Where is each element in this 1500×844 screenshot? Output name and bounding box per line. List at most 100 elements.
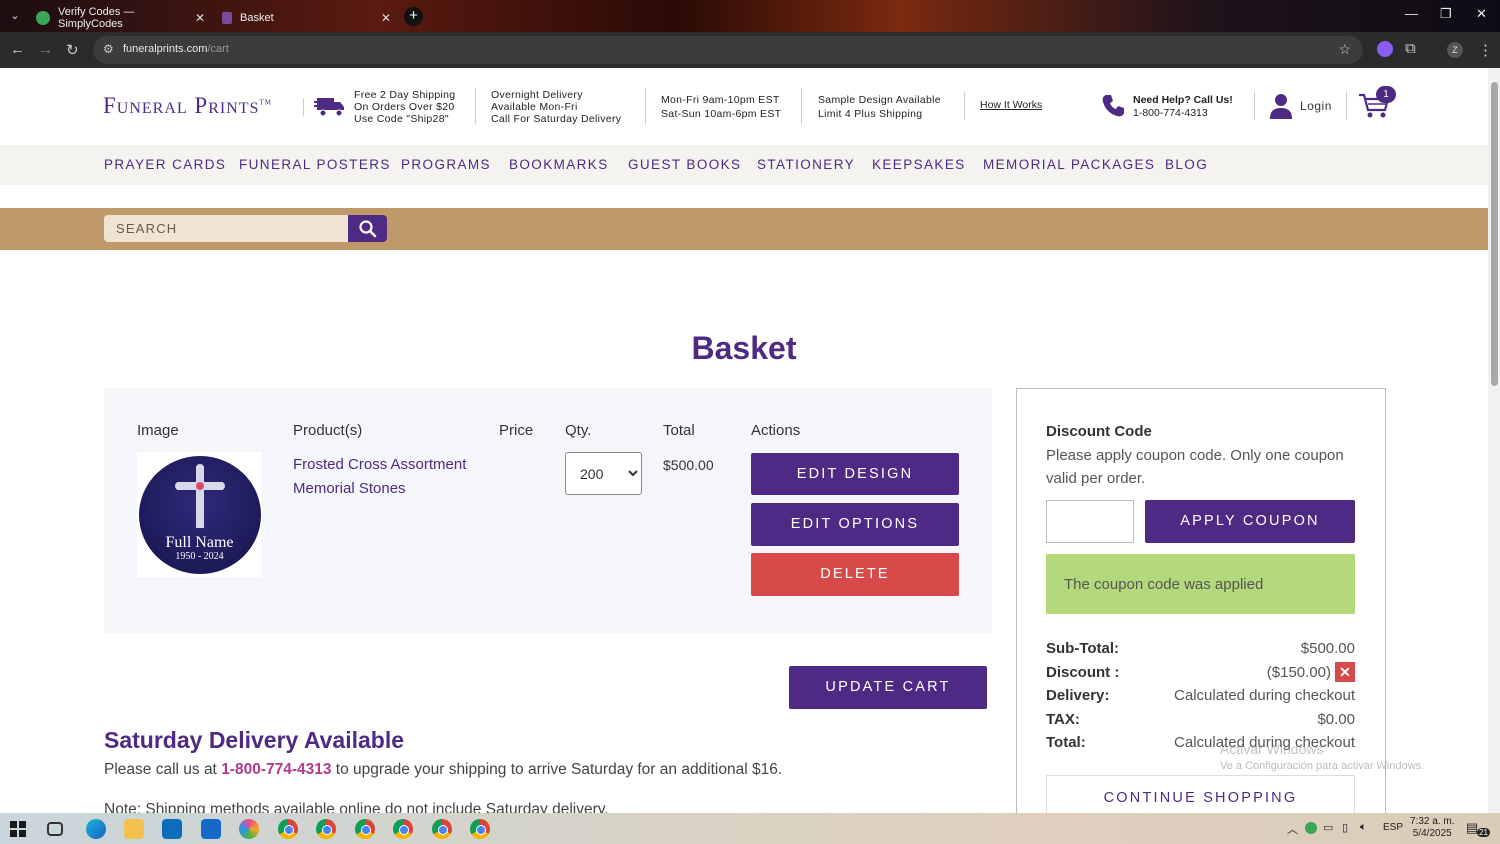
nav-funeral-posters[interactable]: FUNERAL POSTERS [239,157,391,172]
column-header-image: Image [137,422,179,439]
chrome-profile-icon[interactable] [432,819,452,839]
stone-dates-text: 1950 - 2024 [175,551,224,562]
reload-icon[interactable]: ↻ [66,41,79,59]
edit-options-button[interactable]: EDIT OPTIONS [751,503,959,546]
continue-shopping-button[interactable]: CONTINUE SHOPPING [1046,775,1355,815]
chrome-profile-icon[interactable] [393,819,413,839]
nav-bookmarks[interactable]: BOOKMARKS [509,157,609,172]
page-title: Basket [691,330,797,366]
coupon-code-input[interactable] [1046,500,1134,543]
overnight-delivery-info: Overnight Delivery Available Mon-Fri Cal… [491,89,622,125]
close-window-icon[interactable]: ✕ [1476,6,1487,22]
divider [475,88,476,124]
product-name-link[interactable]: Frosted Cross Assortment Memorial Stones [293,453,488,501]
search-button[interactable] [348,215,387,242]
nav-keepsakes[interactable]: KEEPSAKES [872,157,966,172]
search-input[interactable] [104,215,349,242]
windows-start-icon[interactable] [10,821,26,837]
copilot-icon[interactable] [239,819,259,839]
product-image[interactable]: Full Name 1950 - 2024 [137,452,262,577]
remove-discount-button[interactable]: ✕ [1335,662,1355,682]
browser-tab-simplycodes[interactable]: Verify Codes — SimplyCodes ✕ [28,4,213,32]
nav-programs[interactable]: PROGRAMS [401,157,491,172]
column-header-actions: Actions [751,422,801,439]
main-navigation: PRAYER CARDS FUNERAL POSTERS PROGRAMS BO… [0,145,1488,185]
back-icon[interactable]: ← [10,41,25,58]
column-header-price: Price [499,422,534,439]
phone-icon [1102,95,1124,117]
cart-count-badge: 1 [1376,86,1396,103]
free-shipping-info: Free 2 Day Shipping On Orders Over $20 U… [354,89,456,125]
network-icon[interactable]: ▭ [1323,821,1333,834]
file-explorer-icon[interactable] [124,819,144,839]
site-logo[interactable]: Funeral PrintsTM [103,93,272,119]
battery-icon[interactable]: ▯ [1342,821,1348,834]
divider [303,98,304,116]
chrome-profile-icon[interactable] [470,819,490,839]
browser-tab-strip: ⌄ Verify Codes — SimplyCodes ✕ Basket ✕ … [0,0,1500,32]
nav-memorial-packages[interactable]: MEMORIAL PACKAGES [983,157,1155,172]
nav-stationery[interactable]: STATIONERY [757,157,855,172]
saturday-phone-link[interactable]: 1-800-774-4313 [221,761,331,778]
saturday-delivery-heading: Saturday Delivery Available [104,727,404,753]
login-link[interactable]: Login [1300,99,1332,113]
user-icon[interactable] [1270,93,1292,119]
update-cart-button[interactable]: UPDATE CART [789,666,987,709]
delete-button[interactable]: DELETE [751,553,959,596]
maximize-icon[interactable]: ❐ [1440,6,1452,22]
store-icon[interactable] [201,819,221,839]
edge-icon[interactable] [86,819,106,839]
system-clock[interactable]: 7:32 a. m. 5/4/2025 [1410,816,1454,840]
chrome-profile-icon[interactable] [355,819,375,839]
business-hours-info: Mon-Fri 9am-10pm EST Sat-Sun 10am-6pm ES… [661,94,782,120]
url-text: funeralprints.com/cart [123,43,229,55]
browser-tab-basket[interactable]: Basket ✕ [214,4,399,32]
tab-title: Verify Codes — SimplyCodes [58,6,135,30]
apply-coupon-button[interactable]: APPLY COUPON [1145,500,1355,543]
help-contact[interactable]: Need Help? Call Us! 1-800-774-4313 [1133,94,1233,120]
forward-icon[interactable]: → [38,41,53,58]
windows-taskbar: ︿ ▭ ▯ 🔈︎ ESP 7:32 a. m. 5/4/2025 ▤ 21 [0,813,1500,844]
column-header-total: Total [663,422,695,439]
minimize-icon[interactable]: — [1405,6,1418,21]
discount-help-text: Please apply coupon code. Only one coupo… [1046,447,1344,487]
tab-title: Basket [240,12,274,24]
line-total: $500.00 [663,457,714,473]
profile-avatar[interactable]: Z [1447,42,1463,58]
quantity-select[interactable]: 200 [565,452,642,495]
delivery-truck-icon [314,98,344,117]
coupon-applied-alert: The coupon code was applied [1046,554,1355,614]
language-indicator[interactable]: ESP [1383,822,1403,833]
divider [801,88,802,124]
notification-count-badge: 21 [1477,828,1490,837]
sample-design-info: Sample Design Available Limit 4 Plus Shi… [818,94,941,120]
volume-icon[interactable]: 🔈︎ [1360,821,1367,834]
bookmark-star-icon[interactable]: ☆ [1338,41,1351,58]
divider [1254,92,1255,120]
funeralprints-favicon-icon [222,12,232,24]
nav-guest-books[interactable]: GUEST BOOKS [628,157,741,172]
how-it-works-link[interactable]: How It Works [980,99,1042,111]
tab-search-icon[interactable]: ⌄ [6,7,24,25]
task-view-icon[interactable] [47,822,63,836]
scrollbar-thumb[interactable] [1491,82,1498,386]
url-field[interactable]: ⚙ funeralprints.com/cart ☆ [93,36,1363,64]
site-info-icon[interactable]: ⚙ [103,42,114,56]
extension-icon[interactable] [1377,41,1393,57]
tray-app-icon[interactable] [1305,822,1317,834]
edit-design-button[interactable]: EDIT DESIGN [751,453,959,495]
new-tab-button[interactable]: + [404,7,423,26]
chrome-icon[interactable] [278,819,298,839]
chrome-profile-icon[interactable] [316,819,336,839]
outlook-icon[interactable] [162,819,182,839]
show-hidden-icons-icon[interactable]: ︿ [1287,821,1298,837]
nav-blog[interactable]: BLOG [1165,157,1208,172]
simplycodes-favicon-icon [36,11,50,25]
close-tab-icon[interactable]: ✕ [381,11,391,25]
address-bar-row: ← → ↻ ⚙ funeralprints.com/cart ☆ ⧉ ⋮ [0,32,1500,68]
browser-menu-icon[interactable]: ⋮ [1478,41,1493,59]
nav-prayer-cards[interactable]: PRAYER CARDS [104,157,226,172]
close-tab-icon[interactable]: ✕ [195,11,205,25]
extensions-puzzle-icon[interactable]: ⧉ [1405,40,1416,57]
divider [1346,92,1347,120]
